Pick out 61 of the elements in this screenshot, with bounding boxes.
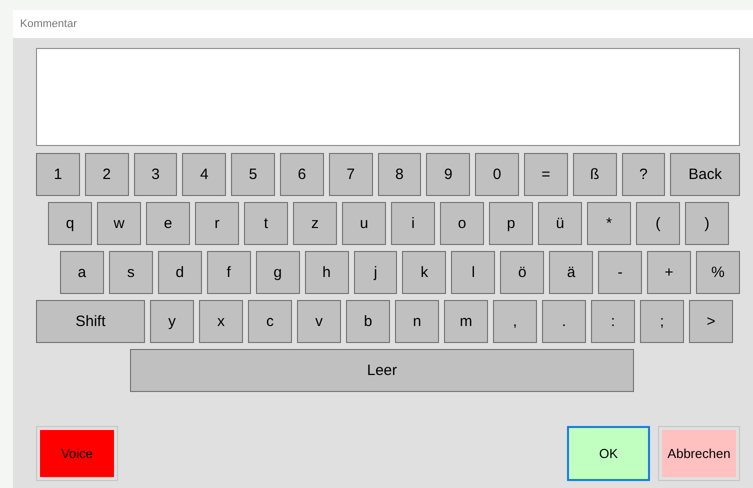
keyboard-key[interactable]: z [293,202,337,245]
keyboard-key[interactable]: : [591,300,635,343]
keyboard-key[interactable]: m [444,300,488,343]
keyboard-key[interactable]: s [108,251,153,294]
keyboard-key[interactable]: > [689,300,733,343]
keyboard-key[interactable]: + [647,251,691,294]
keyboard-key[interactable]: ? [622,153,666,196]
keyboard-key[interactable]: 0 [475,153,519,196]
keyboard-key[interactable]: ß [572,153,617,196]
keyboard-key[interactable]: ä [549,251,594,294]
keyboard-key[interactable]: ; [640,300,684,343]
keyboard-key[interactable]: % [696,251,740,294]
keyboard-key[interactable]: o [440,202,484,245]
keyboard-key[interactable]: . [542,300,586,343]
keyboard-key[interactable]: ö [500,251,544,294]
keyboard-key[interactable]: 4 [182,153,226,196]
dialog-button[interactable]: OK [567,426,650,481]
keyboard-key[interactable]: n [395,300,439,343]
keyboard-key[interactable]: r [195,202,239,245]
keyboard-key[interactable]: ( [636,202,680,245]
keyboard-key[interactable]: 7 [328,153,373,196]
keyboard-key[interactable]: x [199,300,243,343]
keyboard-key[interactable]: ) [685,202,729,245]
keyboard-key[interactable]: - [598,251,642,294]
keyboard-key[interactable]: 2 [84,153,129,196]
keyboard-key[interactable]: u [342,202,386,245]
keyboard-key[interactable]: f [206,251,251,294]
keyboard-key[interactable]: 6 [280,153,324,196]
keyboard-key[interactable]: 9 [426,153,470,196]
keyboard-key[interactable]: y [150,300,194,343]
keyboard-key[interactable]: g [256,251,300,294]
keyboard-key[interactable]: p [489,202,533,245]
keyboard-key[interactable]: , [493,300,537,343]
keyboard-key[interactable]: v [297,300,341,343]
keyboard-key[interactable]: Shift [36,300,145,343]
keyboard-key[interactable]: e [146,202,190,245]
keyboard-key[interactable]: a [60,251,104,294]
keyboard-key[interactable]: 5 [231,153,275,196]
dialog-button[interactable]: Abbrechen [658,426,740,481]
keyboard-key[interactable]: = [524,153,568,196]
keyboard-key[interactable]: 8 [378,153,422,196]
keyboard-key[interactable]: j [354,251,398,294]
keyboard-key[interactable]: k [402,251,446,294]
keyboard-key[interactable]: d [158,251,202,294]
space-key[interactable]: Leer [130,349,634,392]
keyboard-key[interactable]: Back [670,153,740,196]
keyboard-key[interactable]: t [244,202,288,245]
keyboard-key[interactable]: ü [538,202,582,245]
keyboard-key[interactable]: b [346,300,390,343]
keyboard-key[interactable]: * [587,202,631,245]
keyboard-key[interactable]: l [451,251,496,294]
comment-field[interactable] [36,48,740,146]
keyboard-key[interactable]: h [304,251,349,294]
keyboard-key[interactable]: c [248,300,292,343]
keyboard-key[interactable]: q [48,202,92,245]
keyboard-key[interactable]: i [391,202,435,245]
dialog-button[interactable]: Voice [36,426,118,481]
keyboard-key[interactable]: 1 [36,153,80,196]
window-title: Kommentar [20,18,77,30]
keyboard-key[interactable]: 3 [134,153,178,196]
keyboard-key[interactable]: w [97,202,141,245]
